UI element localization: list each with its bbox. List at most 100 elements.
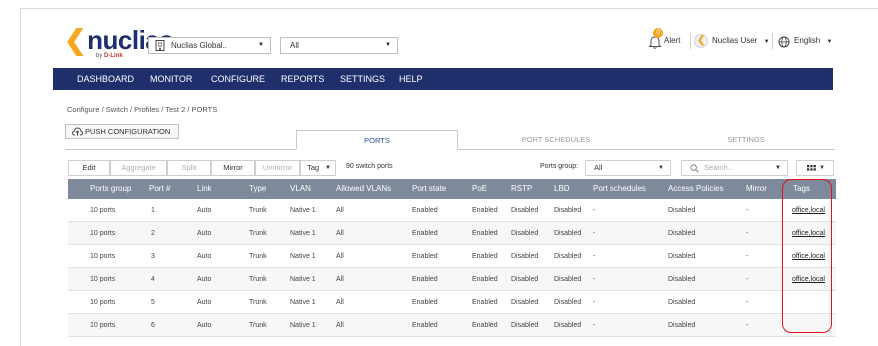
cell-port-schedules: - xyxy=(593,230,596,237)
cell-port-schedules: - xyxy=(593,276,596,283)
header-divider xyxy=(772,33,773,49)
column-chooser-button[interactable]: ▼ xyxy=(796,160,834,176)
col-header-lbd[interactable]: LBD xyxy=(554,184,570,193)
chevron-down-icon: ▼ xyxy=(658,165,664,171)
user-logo-icon: ❮ xyxy=(697,35,706,46)
cell-ports-group: 10 ports xyxy=(90,230,116,237)
cell-lbd: Disabled xyxy=(554,207,582,214)
table-row[interactable]: 10 ports 5 Auto Trunk Native 1 All Enabled Enab… xyxy=(68,291,836,314)
cell-port-number: 2 xyxy=(151,230,155,237)
cell-vlan: Native 1 xyxy=(290,230,316,237)
table-row[interactable]: 10 ports 6 Auto Trunk Native 1 All Enabled Enab… xyxy=(68,314,836,337)
col-header-type[interactable]: Type xyxy=(249,184,266,193)
edit-button[interactable]: Edit xyxy=(68,160,110,176)
cell-vlan: Native 1 xyxy=(290,253,316,260)
cloud-upload-icon xyxy=(72,127,83,140)
chevron-down-icon: ▼ xyxy=(763,39,770,45)
unmirror-button[interactable]: Unmirror xyxy=(255,160,300,176)
user-menu[interactable]: Nuclias User ▼ xyxy=(712,34,770,49)
cell-access-policies: Disabled xyxy=(668,207,696,214)
col-header-allowed-vlans[interactable]: Allowed VLANs xyxy=(336,184,391,193)
chevron-down-icon: ▼ xyxy=(258,42,264,48)
site-select-value: All xyxy=(290,41,299,50)
grid-icon xyxy=(807,164,816,178)
cell-rstp: Disabled xyxy=(511,207,539,214)
language-select[interactable]: English ▼ xyxy=(794,34,832,49)
logo-subtitle: by D-Link xyxy=(96,53,123,59)
cell-ports-group: 10 ports xyxy=(90,322,116,329)
alert-bell-icon[interactable]: 0 xyxy=(648,28,664,49)
cell-mirror: - xyxy=(746,253,749,260)
cell-link: Auto xyxy=(197,207,212,214)
cell-type: Trunk xyxy=(249,276,267,283)
org-select[interactable]: Nuclias Global.. ▼ xyxy=(148,37,271,54)
table-row[interactable]: 10 ports 3 Auto Trunk Native 1 All Enabled Enab… xyxy=(68,245,836,268)
tab-port-schedules[interactable]: PORT SCHEDULES xyxy=(475,130,637,150)
cell-port-state: Enabled xyxy=(412,230,438,237)
cell-lbd: Disabled xyxy=(554,276,582,283)
col-header-port-state[interactable]: Port state xyxy=(412,184,446,193)
breadcrumb[interactable]: Configure / Switch / Profiles / Test 2 /… xyxy=(67,105,217,114)
col-header-port-schedules[interactable]: Port schedules xyxy=(593,184,646,193)
cell-vlan: Native 1 xyxy=(290,276,316,283)
nav-configure[interactable]: CONFIGURE xyxy=(211,74,265,85)
cell-ports-group: 10 ports xyxy=(90,207,116,214)
cell-poe: Enabled xyxy=(472,299,498,306)
split-button[interactable]: Split xyxy=(167,160,211,176)
cell-type: Trunk xyxy=(249,299,267,306)
cell-port-schedules: - xyxy=(593,207,596,214)
col-header-link[interactable]: Link xyxy=(197,184,212,193)
nav-dashboard[interactable]: DASHBOARD xyxy=(77,74,134,85)
cell-access-policies: Disabled xyxy=(668,253,696,260)
push-configuration-button[interactable]: PUSH CONFIGURATION xyxy=(65,124,179,139)
chevron-down-icon: ▼ xyxy=(775,165,781,171)
cell-poe: Enabled xyxy=(472,207,498,214)
logo-chevron-icon: ❮ xyxy=(64,25,87,55)
cell-type: Trunk xyxy=(249,230,267,237)
cell-link: Auto xyxy=(197,253,212,260)
chevron-down-icon: ▼ xyxy=(325,165,331,171)
tab-settings[interactable]: SETTINGS xyxy=(665,130,827,150)
table-row[interactable]: 10 ports 4 Auto Trunk Native 1 All Enabled Enab… xyxy=(68,268,836,291)
col-header-access-policies[interactable]: Access Policies xyxy=(668,184,724,193)
alert-count-badge: 0 xyxy=(653,28,663,38)
cell-vlan: Native 1 xyxy=(290,299,316,306)
search-placeholder: Search... xyxy=(704,163,735,172)
cell-lbd: Disabled xyxy=(554,253,582,260)
globe-icon xyxy=(778,35,790,53)
aggregate-button[interactable]: Aggregate xyxy=(110,160,167,176)
nav-reports[interactable]: REPORTS xyxy=(281,74,324,85)
cell-ports-group: 10 ports xyxy=(90,276,116,283)
alert-label[interactable]: Alert xyxy=(664,34,680,48)
tag-dropdown[interactable]: Tag ▼ xyxy=(300,160,336,176)
nav-settings[interactable]: SETTINGS xyxy=(340,74,385,85)
tab-ports[interactable]: PORTS xyxy=(296,130,458,150)
cell-rstp: Disabled xyxy=(511,276,539,283)
table-row[interactable]: 10 ports 1 Auto Trunk Native 1 All Enabled Enab… xyxy=(68,199,836,222)
table-row[interactable]: 10 ports 2 Auto Trunk Native 1 All Enabled Enab… xyxy=(68,222,836,245)
col-header-port-number[interactable]: Port # xyxy=(149,184,170,193)
cell-ports-group: 10 ports xyxy=(90,253,116,260)
nav-monitor[interactable]: MONITOR xyxy=(150,74,192,85)
org-select-value: Nuclias Global.. xyxy=(171,41,228,50)
cell-port-state: Enabled xyxy=(412,207,438,214)
ports-group-select[interactable]: All ▼ xyxy=(585,160,671,176)
col-header-ports-group[interactable]: Ports group xyxy=(90,184,131,193)
nav-help[interactable]: HELP xyxy=(399,74,423,85)
cell-type: Trunk xyxy=(249,322,267,329)
table-header: Ports group Port # Link Type VLAN Allowe… xyxy=(68,179,836,199)
user-avatar[interactable]: ❮ xyxy=(694,34,708,48)
cell-allowed-vlans: All xyxy=(336,207,344,214)
cell-vlan: Native 1 xyxy=(290,322,316,329)
site-select[interactable]: All ▼ xyxy=(280,37,398,54)
cell-allowed-vlans: All xyxy=(336,276,344,283)
col-header-vlan[interactable]: VLAN xyxy=(290,184,311,193)
search-icon xyxy=(690,164,699,178)
col-header-poe[interactable]: PoE xyxy=(472,184,487,193)
search-input[interactable]: Search... ▼ xyxy=(681,160,788,176)
cell-access-policies: Disabled xyxy=(668,230,696,237)
mirror-button[interactable]: Mirror xyxy=(211,160,255,176)
col-header-rstp[interactable]: RSTP xyxy=(511,184,532,193)
col-header-mirror[interactable]: Mirror xyxy=(746,184,767,193)
cell-access-policies: Disabled xyxy=(668,322,696,329)
